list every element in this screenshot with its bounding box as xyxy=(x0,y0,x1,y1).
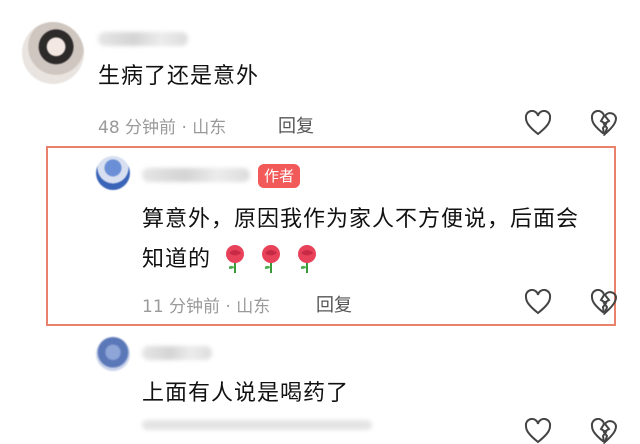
timestamp: 48 分钟前 xyxy=(98,118,177,138)
comment-meta: 48 分钟前 · 山东 xyxy=(98,113,226,138)
like-heart-icon[interactable] xyxy=(524,418,552,444)
like-heart-icon[interactable] xyxy=(524,289,552,315)
separator: · xyxy=(220,297,237,317)
location: 山东 xyxy=(236,297,271,317)
avatar[interactable] xyxy=(96,156,130,190)
dislike-broken-heart-icon[interactable] xyxy=(590,289,618,315)
separator: · xyxy=(176,118,193,138)
avatar[interactable] xyxy=(22,22,84,84)
dislike-broken-heart-icon[interactable] xyxy=(590,110,618,136)
username-blurred[interactable] xyxy=(142,168,250,182)
rose-icon xyxy=(226,245,244,273)
reply-button[interactable]: 回复 xyxy=(316,291,352,317)
location: 山东 xyxy=(192,118,227,138)
comment-text: 上面有人说是喝药了 xyxy=(142,381,350,406)
timestamp: 11 分钟前 xyxy=(142,297,221,317)
reply-button[interactable]: 回复 xyxy=(278,112,314,138)
emoji-row xyxy=(222,244,320,274)
author-badge: 作者 xyxy=(258,164,301,188)
avatar[interactable] xyxy=(96,337,130,371)
rose-icon xyxy=(298,245,316,273)
username-blurred[interactable] xyxy=(98,32,188,46)
dislike-broken-heart-icon[interactable] xyxy=(590,418,618,444)
comment-text: 生病了还是意外 xyxy=(98,64,260,89)
username-blurred[interactable] xyxy=(142,346,212,360)
like-heart-icon[interactable] xyxy=(524,110,552,136)
comment-meta: 11 分钟前 · 山东 xyxy=(142,292,270,317)
comment-meta-cutoff xyxy=(142,420,372,430)
comment-text: 算意外，原因我作为家人不方便说，后面会 xyxy=(142,207,580,232)
rose-icon xyxy=(262,245,280,273)
comment-text-line2: 知道的 xyxy=(142,247,212,272)
